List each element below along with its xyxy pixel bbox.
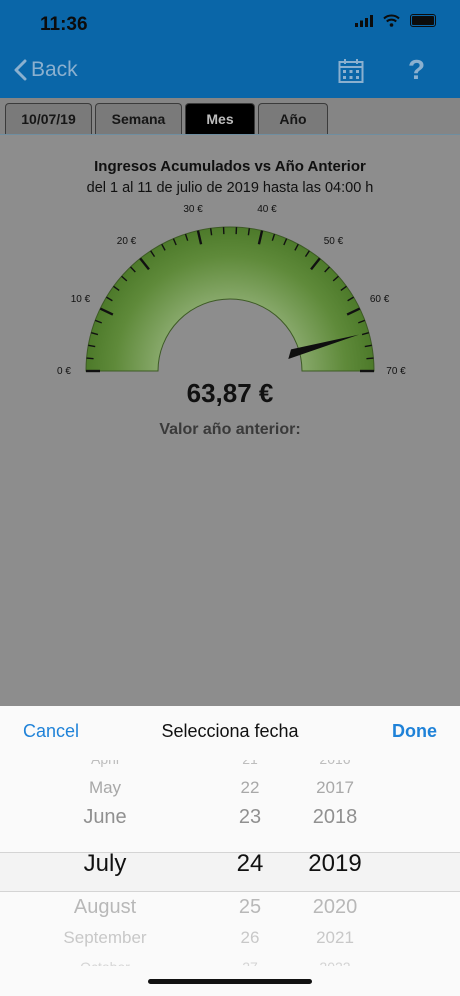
gauge-band: [85, 226, 375, 372]
gauge-minor-tick: [209, 228, 213, 236]
period-tabs: 10/07/19 Semana Mes Año: [0, 98, 460, 135]
year-option[interactable]: 2019: [290, 850, 380, 878]
tab-year[interactable]: Año: [258, 103, 328, 134]
day-wheel[interactable]: 21 22 23 24 25 26 27: [205, 760, 295, 966]
previous-year-label: Valor año anterior:: [159, 421, 301, 438]
gauge-chart: 0 € 10 € 20 € 30 € 40 € 50 € 60 € 70 €: [57, 204, 406, 377]
month-option[interactable]: June: [30, 806, 180, 829]
signal-icon: [355, 14, 373, 27]
gauge-tick-label: 0 €: [57, 366, 71, 377]
done-button[interactable]: Done: [392, 721, 437, 742]
gauge-tick-label: 50 €: [324, 236, 344, 247]
gauge-tick-label: 10 €: [71, 294, 91, 305]
gauge-tick-label: 20 €: [117, 236, 137, 247]
month-option[interactable]: April: [30, 760, 180, 767]
picker-title: Selecciona fecha: [161, 721, 299, 741]
gauge-subtitle: del 1 al 11 de julio de 2019 hasta las 0…: [86, 180, 374, 196]
month-option[interactable]: May: [30, 778, 180, 798]
year-wheel[interactable]: 2016 2017 2018 2019 2020 2021 2022: [290, 760, 380, 966]
month-option[interactable]: September: [30, 928, 180, 948]
day-option[interactable]: 27: [205, 959, 295, 966]
tab-day[interactable]: 10/07/19: [5, 103, 92, 134]
gauge-minor-tick: [366, 357, 374, 360]
chevron-left-icon: [14, 59, 27, 81]
day-option[interactable]: 24: [205, 850, 295, 878]
date-picker-sheet: Cancel Selecciona fecha Done April May Jun…: [0, 706, 460, 996]
year-option[interactable]: 2021: [290, 928, 380, 948]
picker-toolbar: Cancel Selecciona fecha Done: [0, 706, 460, 756]
gauge-value: 63,87 €: [186, 378, 274, 408]
month-option[interactable]: July: [30, 850, 180, 878]
year-option[interactable]: 2022: [290, 959, 380, 966]
gauge-tick-label: 60 €: [370, 294, 390, 305]
status-time: 11:36: [40, 14, 88, 35]
tab-month[interactable]: Mes: [185, 103, 255, 134]
tab-week[interactable]: Semana: [95, 103, 182, 134]
year-option[interactable]: 2018: [290, 806, 380, 829]
home-indicator: [148, 979, 312, 984]
day-option[interactable]: 22: [205, 778, 295, 798]
gauge-tick-label: 30 €: [183, 204, 203, 215]
day-option[interactable]: 23: [205, 806, 295, 829]
gauge-tick-label: 40 €: [257, 204, 277, 215]
day-option[interactable]: 26: [205, 928, 295, 948]
gauge-minor-tick: [86, 357, 94, 360]
year-option[interactable]: 2017: [290, 778, 380, 798]
help-button[interactable]: ?: [408, 54, 425, 86]
navigation-bar: 11:36 Back ?: [0, 0, 460, 98]
month-option[interactable]: October: [30, 959, 180, 966]
month-option[interactable]: August: [30, 896, 180, 919]
battery-icon: [410, 14, 436, 27]
wifi-icon: [383, 14, 400, 27]
back-button[interactable]: Back: [14, 58, 78, 82]
calendar-icon: [338, 59, 364, 83]
year-option[interactable]: 2020: [290, 896, 380, 919]
back-label: Back: [31, 58, 78, 81]
day-option[interactable]: 21: [205, 760, 295, 767]
gauge-title: Ingresos Acumulados vs Año Anterior: [94, 158, 366, 175]
day-option[interactable]: 25: [205, 896, 295, 919]
calendar-button[interactable]: [338, 58, 364, 89]
year-option[interactable]: 2016: [290, 760, 380, 767]
gauge-minor-tick: [247, 228, 251, 236]
status-icons: [355, 14, 436, 27]
month-wheel[interactable]: April May June July August September October: [30, 760, 180, 966]
gauge-tick-label: 70 €: [386, 366, 406, 377]
